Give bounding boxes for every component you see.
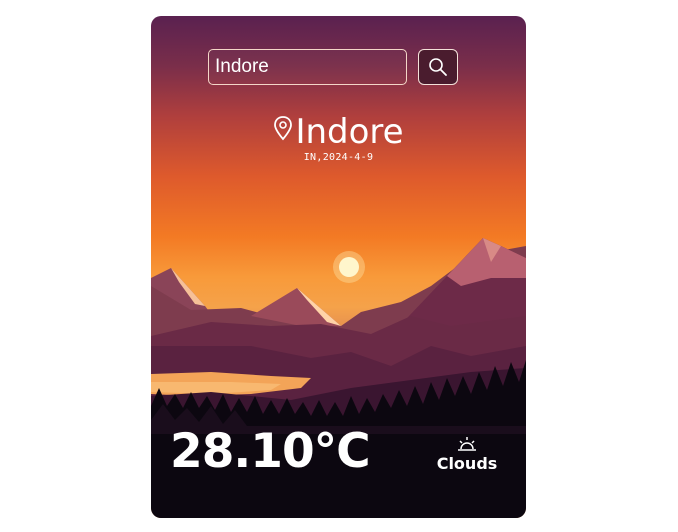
map-pin-icon bbox=[274, 116, 293, 141]
search-button[interactable] bbox=[418, 49, 458, 85]
search-icon bbox=[429, 58, 447, 76]
condition-label: Clouds bbox=[436, 454, 498, 473]
sunrise-icon bbox=[458, 437, 476, 451]
weather-card: Indore IN,2024-4-9 28.10°C Clouds bbox=[151, 16, 526, 518]
weather-condition: Clouds bbox=[434, 436, 500, 473]
city-name: Indore bbox=[295, 112, 404, 152]
location-header: Indore IN,2024-4-9 bbox=[151, 112, 526, 163]
search-bar bbox=[208, 49, 460, 85]
country-date: IN,2024-4-9 bbox=[303, 152, 374, 163]
temperature-value: 28.10°C bbox=[170, 424, 371, 479]
city-search-input[interactable] bbox=[208, 49, 407, 85]
